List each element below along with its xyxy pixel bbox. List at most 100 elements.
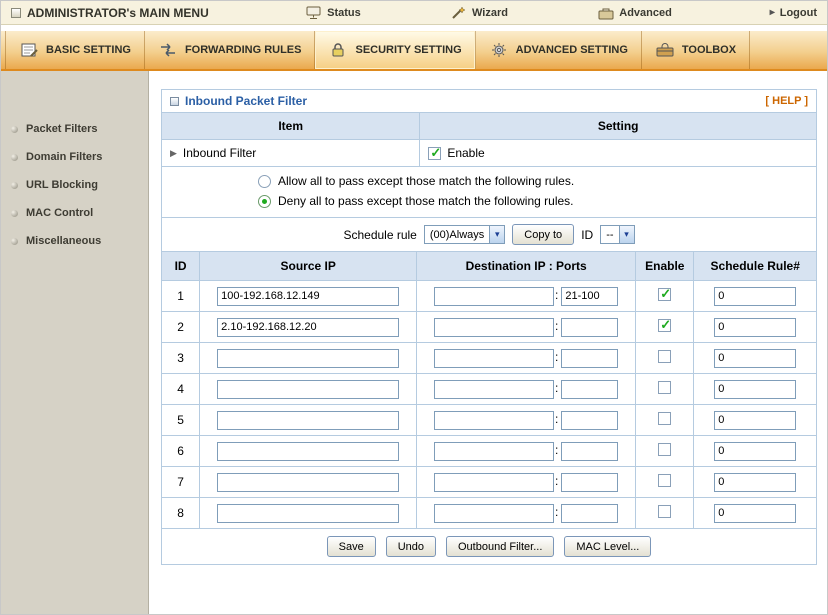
col-source-ip: Source IP bbox=[199, 251, 418, 281]
policy-deny-option[interactable]: Deny all to pass except those match the … bbox=[258, 194, 808, 208]
dest-ip-input[interactable] bbox=[433, 286, 554, 306]
schedule-rule-number-input[interactable] bbox=[714, 286, 797, 306]
ports-input[interactable] bbox=[561, 348, 619, 368]
forwarding-rules-icon bbox=[160, 43, 175, 57]
deny-radio[interactable] bbox=[258, 194, 271, 208]
mac-level-button[interactable]: MAC Level... bbox=[564, 536, 652, 557]
dest-ip-input[interactable] bbox=[433, 317, 554, 337]
tab-toolbox[interactable]: TOOLBOX bbox=[642, 31, 751, 69]
schedule-rule-number-input[interactable] bbox=[714, 348, 797, 368]
colon-separator: : bbox=[554, 381, 559, 395]
rule-id: 2 bbox=[160, 311, 201, 343]
inbound-filter-item: ▶ Inbound Filter bbox=[162, 140, 421, 166]
source-ip-input[interactable] bbox=[217, 379, 400, 399]
rule-id: 5 bbox=[160, 404, 201, 436]
source-ip-input[interactable] bbox=[217, 410, 400, 430]
tab-basic-setting[interactable]: BASIC SETTING bbox=[5, 31, 145, 69]
rule-row: 3 : bbox=[160, 342, 817, 374]
dest-ip-input[interactable] bbox=[433, 348, 554, 368]
logout-arrow-icon: ▸ bbox=[769, 7, 775, 18]
schedule-rule-value: (00)Always bbox=[429, 228, 485, 241]
copy-to-id-select[interactable]: -- ▾ bbox=[600, 225, 635, 244]
top-menu-wizard[interactable]: Wizard bbox=[451, 5, 508, 20]
rule-enable-checkbox[interactable] bbox=[658, 412, 672, 425]
col-destination-ip-ports: Destination IP : Ports bbox=[416, 251, 637, 281]
ports-input[interactable] bbox=[561, 410, 619, 430]
inbound-filter-setting: Enable bbox=[420, 140, 816, 166]
bullet-icon bbox=[11, 209, 18, 217]
allow-label: Allow all to pass except those match the… bbox=[278, 174, 575, 188]
ports-input[interactable] bbox=[561, 317, 619, 337]
schedule-rule-number-input[interactable] bbox=[714, 441, 797, 461]
source-ip-input[interactable] bbox=[217, 472, 400, 492]
chevron-down-icon: ▾ bbox=[489, 226, 505, 243]
rule-row: 7 : bbox=[160, 466, 817, 498]
source-ip-input[interactable] bbox=[217, 441, 400, 461]
rule-enable-checkbox[interactable] bbox=[658, 505, 672, 518]
copy-to-id-value: -- bbox=[606, 228, 614, 241]
rule-enable-checkbox[interactable] bbox=[658, 286, 672, 302]
source-ip-input[interactable] bbox=[217, 503, 400, 523]
schedule-rule-number-input[interactable] bbox=[714, 379, 797, 399]
save-button[interactable]: Save bbox=[326, 536, 376, 557]
tab-advanced-setting[interactable]: ADVANCED SETTING bbox=[476, 31, 642, 69]
ports-input[interactable] bbox=[561, 503, 619, 523]
rule-enable-checkbox[interactable] bbox=[658, 443, 672, 456]
bullet-icon bbox=[11, 153, 18, 161]
dest-ip-input[interactable] bbox=[433, 472, 554, 492]
logout-button[interactable]: ▸ Logout bbox=[770, 7, 817, 19]
dest-ip-input[interactable] bbox=[433, 503, 554, 523]
ports-input[interactable] bbox=[561, 441, 619, 461]
advanced-setting-icon bbox=[491, 43, 506, 57]
sidebar-item-domain-filters[interactable]: Domain Filters bbox=[1, 143, 148, 171]
help-link[interactable]: [ HELP ] bbox=[765, 95, 808, 107]
top-menu-advanced[interactable]: Advanced bbox=[598, 6, 672, 20]
item-setting-header: Item Setting bbox=[161, 112, 817, 140]
colon-separator: : bbox=[554, 505, 559, 519]
enable-label: Enable bbox=[447, 146, 485, 160]
outbound-filter-button[interactable]: Outbound Filter... bbox=[446, 536, 555, 557]
dest-ip-input[interactable] bbox=[433, 441, 554, 461]
rule-enable-checkbox[interactable] bbox=[658, 381, 672, 394]
ports-input[interactable] bbox=[561, 472, 619, 492]
sidebar-item-packet-filters[interactable]: Packet Filters bbox=[1, 115, 148, 143]
tab-label: ADVANCED SETTING bbox=[515, 44, 628, 56]
schedule-rule-number-input[interactable] bbox=[714, 410, 797, 430]
source-ip-input[interactable] bbox=[217, 286, 400, 306]
advanced-label: Advanced bbox=[619, 6, 672, 19]
source-ip-input[interactable] bbox=[217, 348, 400, 368]
policy-allow-option[interactable]: Allow all to pass except those match the… bbox=[258, 174, 808, 188]
dest-ip-input[interactable] bbox=[433, 410, 554, 430]
schedule-rule-select[interactable]: (00)Always ▾ bbox=[423, 225, 506, 244]
sidebar-item-mac-control[interactable]: MAC Control bbox=[1, 199, 148, 227]
sidebar-item-url-blocking[interactable]: URL Blocking bbox=[1, 171, 148, 199]
rules-table: ID Source IP Destination IP : Ports Enab… bbox=[160, 251, 817, 529]
router-admin-screen: ADMINISTRATOR's MAIN MENU Status Wizard … bbox=[0, 0, 828, 615]
rule-id: 1 bbox=[160, 280, 201, 312]
inbound-filter-row: ▶ Inbound Filter Enable bbox=[161, 139, 817, 167]
top-menu-status[interactable]: Status bbox=[306, 6, 361, 20]
chevron-down-icon: ▾ bbox=[618, 226, 634, 243]
rule-enable-checkbox[interactable] bbox=[658, 350, 672, 363]
tab-forwarding-rules[interactable]: FORWARDING RULES bbox=[145, 31, 316, 69]
advanced-icon bbox=[598, 8, 614, 19]
rule-enable-checkbox[interactable] bbox=[658, 474, 672, 487]
allow-radio[interactable] bbox=[258, 174, 271, 188]
undo-button[interactable]: Undo bbox=[385, 536, 436, 557]
copy-to-button[interactable]: Copy to bbox=[512, 224, 575, 245]
schedule-rule-number-input[interactable] bbox=[714, 472, 797, 492]
sidebar-item-label: URL Blocking bbox=[26, 179, 98, 191]
inbound-filter-enable-checkbox[interactable] bbox=[428, 145, 442, 161]
schedule-rule-number-input[interactable] bbox=[714, 317, 797, 337]
source-ip-input[interactable] bbox=[217, 317, 400, 337]
basic-setting-icon bbox=[21, 43, 38, 57]
ports-input[interactable] bbox=[561, 286, 619, 306]
sidebar-item-miscellaneous[interactable]: Miscellaneous bbox=[1, 227, 148, 255]
schedule-rule-number-input[interactable] bbox=[714, 503, 797, 523]
dest-ip-input[interactable] bbox=[433, 379, 554, 399]
rule-enable-checkbox[interactable] bbox=[658, 317, 672, 333]
ports-input[interactable] bbox=[561, 379, 619, 399]
status-label: Status bbox=[327, 6, 361, 19]
deny-label: Deny all to pass except those match the … bbox=[278, 194, 574, 208]
tab-security-setting[interactable]: SECURITY SETTING bbox=[315, 31, 476, 69]
